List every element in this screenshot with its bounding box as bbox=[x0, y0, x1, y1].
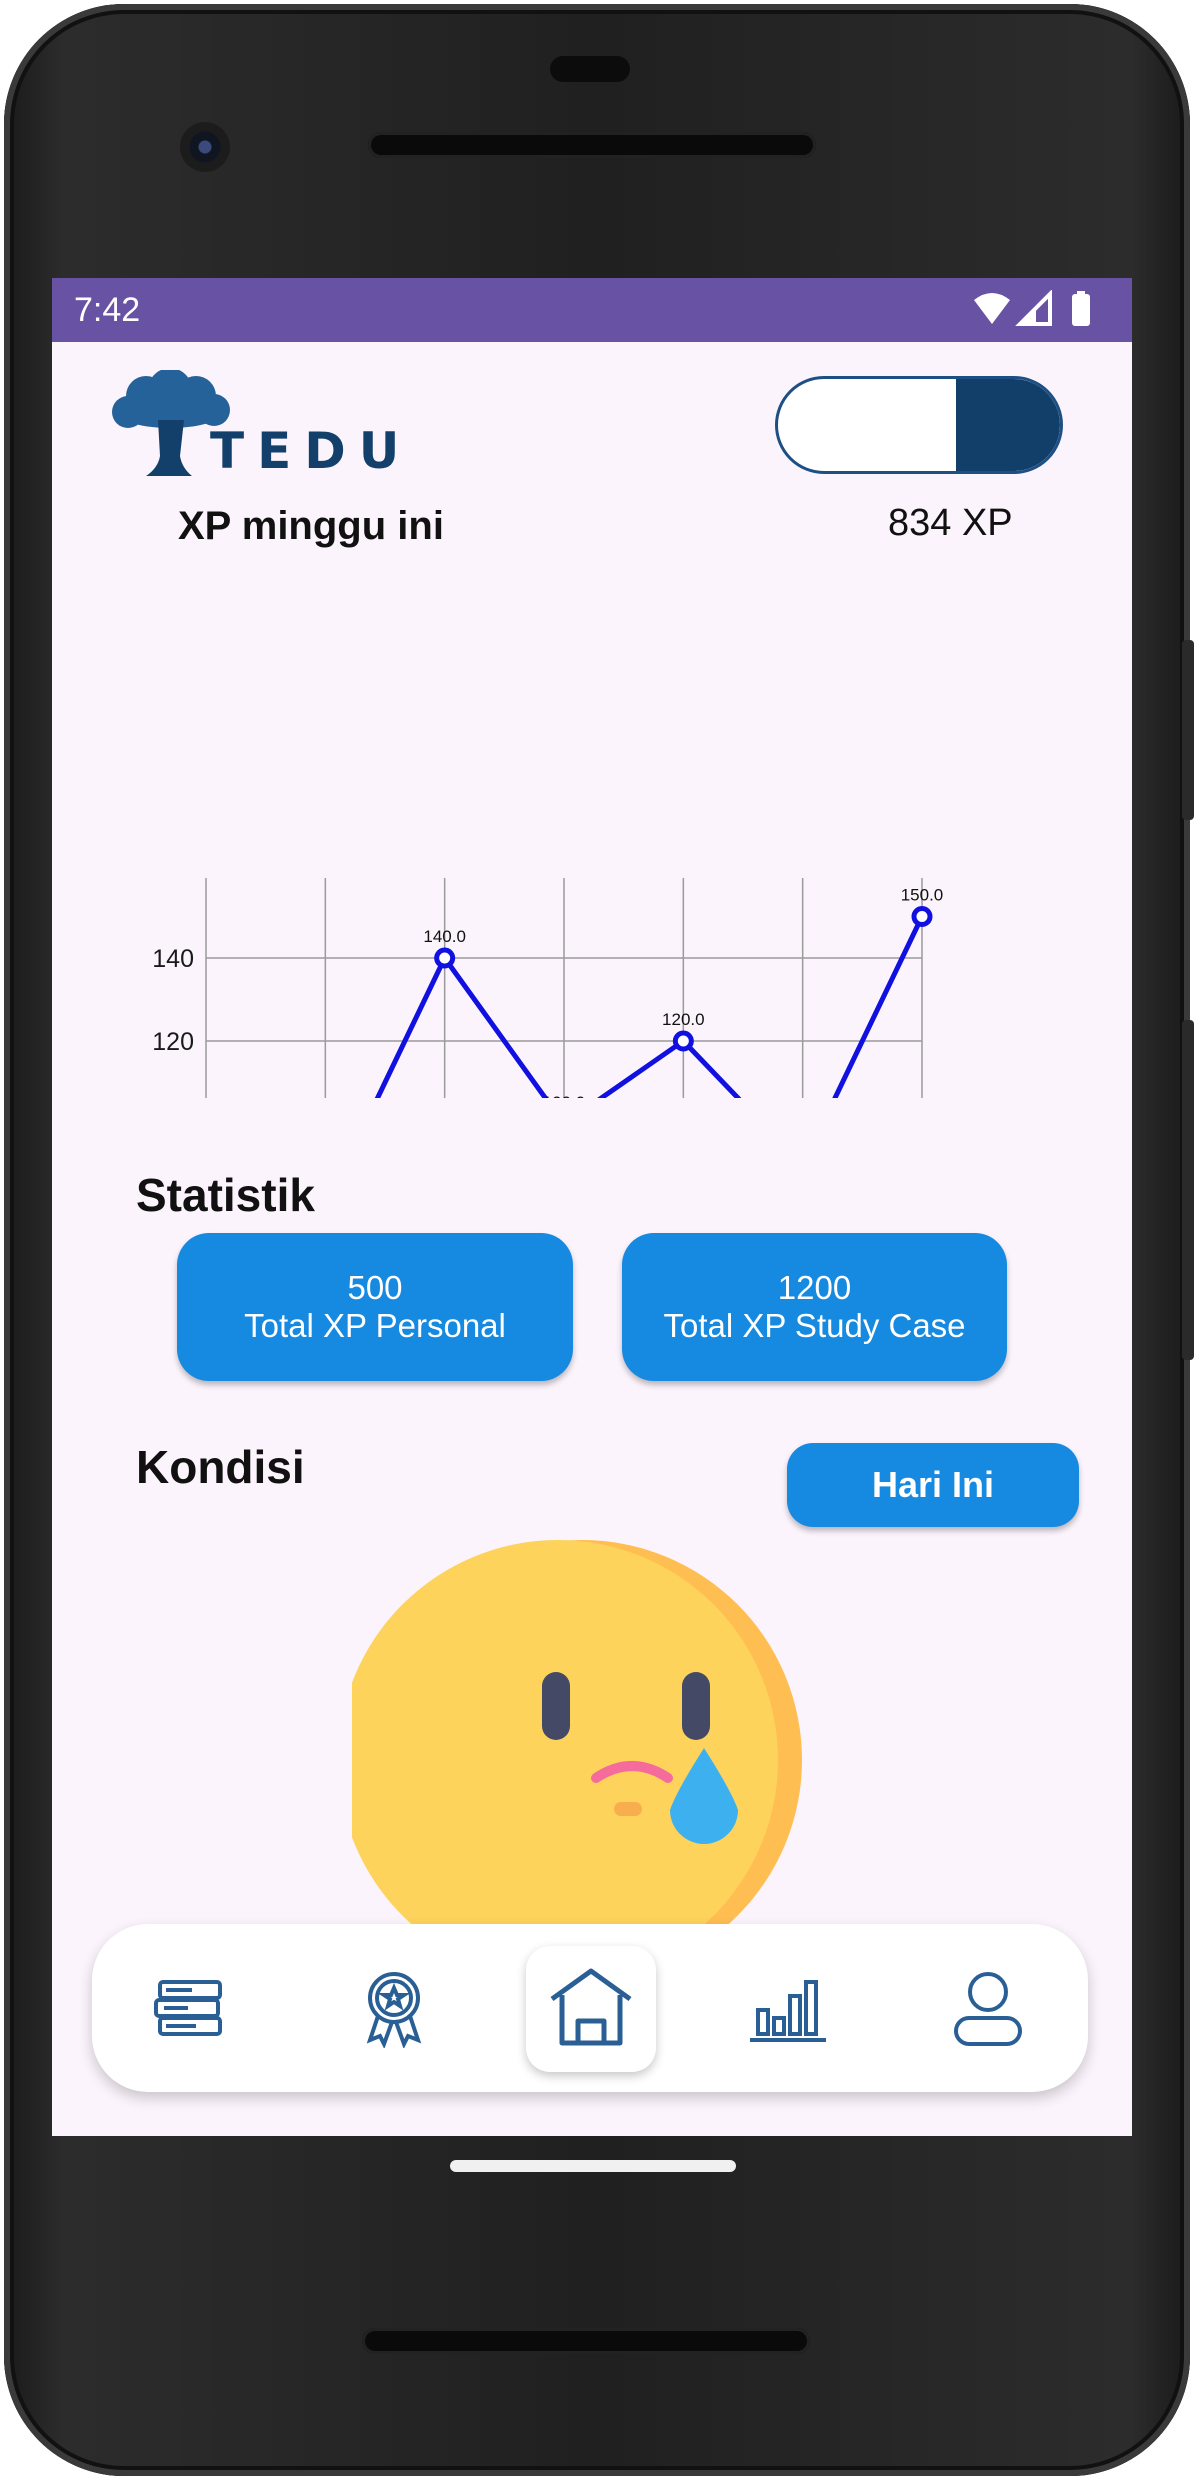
app-screen: 7:42 TEDU XP minggu ini 834 XP 608010012… bbox=[52, 278, 1132, 2136]
data-label: 100.0 bbox=[543, 1093, 586, 1098]
xp-week-total: 834 XP bbox=[888, 502, 1013, 544]
earpiece-speaker bbox=[368, 132, 816, 158]
total-xp-study-case-card[interactable]: 1200 Total XP Study Case bbox=[622, 1233, 1007, 1381]
battery-icon bbox=[1072, 294, 1090, 326]
profile-icon bbox=[954, 1972, 1022, 2046]
y-tick-label: 140 bbox=[152, 945, 194, 973]
theme-toggle-switch[interactable] bbox=[775, 376, 1063, 474]
xp-line-chart: 6080100120140 SenSelRabKamJumSabMin 60.0… bbox=[152, 878, 944, 1099]
top-sensor bbox=[550, 56, 630, 82]
nav-item-achievements[interactable] bbox=[324, 1924, 464, 2092]
chart-grid bbox=[205, 878, 923, 1098]
stat-label: Total XP Study Case bbox=[663, 1307, 966, 1344]
bar-chart-icon bbox=[750, 1980, 826, 2042]
home-gesture-bar[interactable] bbox=[450, 2160, 736, 2172]
bottom-navigation bbox=[92, 1924, 1088, 2092]
front-camera-icon bbox=[180, 122, 230, 172]
data-label: 150.0 bbox=[901, 886, 944, 905]
total-xp-personal-card[interactable]: 500 Total XP Personal bbox=[177, 1233, 573, 1381]
data-label: 120.0 bbox=[662, 1010, 705, 1029]
power-button bbox=[1182, 640, 1194, 820]
books-icon bbox=[154, 1980, 222, 2036]
toggle-knob[interactable] bbox=[956, 379, 1060, 471]
wifi-icon bbox=[974, 293, 1010, 324]
nav-item-statistics[interactable] bbox=[718, 1924, 858, 2092]
status-icons bbox=[974, 290, 1090, 326]
data-point bbox=[672, 1030, 694, 1052]
data-point bbox=[911, 906, 933, 927]
status-time: 7:42 bbox=[74, 291, 141, 329]
bottom-speaker bbox=[362, 2328, 810, 2354]
kondisi-title: Kondisi bbox=[136, 1441, 305, 1493]
logo-text: TEDU bbox=[210, 422, 413, 480]
today-button[interactable]: Hari Ini bbox=[787, 1443, 1079, 1527]
y-tick-label: 120 bbox=[152, 1028, 194, 1056]
y-axis-ticks: 6080100120140 bbox=[152, 945, 194, 1056]
nav-item-books[interactable] bbox=[122, 1924, 262, 2092]
sad-crying-face-icon bbox=[352, 1540, 802, 1980]
stat-value: 500 bbox=[347, 1269, 403, 1306]
nav-item-profile[interactable] bbox=[918, 1924, 1058, 2092]
stat-label: Total XP Personal bbox=[244, 1307, 506, 1344]
xp-week-title: XP minggu ini bbox=[178, 504, 444, 548]
status-bar: 7:42 bbox=[52, 278, 1132, 342]
stat-value: 1200 bbox=[777, 1269, 852, 1306]
data-label: 140.0 bbox=[423, 927, 466, 946]
award-badge-icon bbox=[366, 1972, 422, 2048]
data-labels: 60.080.0140.0100.0120.090.0150.0 bbox=[423, 886, 944, 1099]
home-icon bbox=[550, 1968, 632, 2046]
nav-item-home[interactable] bbox=[521, 1924, 661, 2092]
volume-button bbox=[1182, 1020, 1194, 1360]
data-point bbox=[434, 947, 456, 969]
statistik-title: Statistik bbox=[136, 1169, 315, 1221]
